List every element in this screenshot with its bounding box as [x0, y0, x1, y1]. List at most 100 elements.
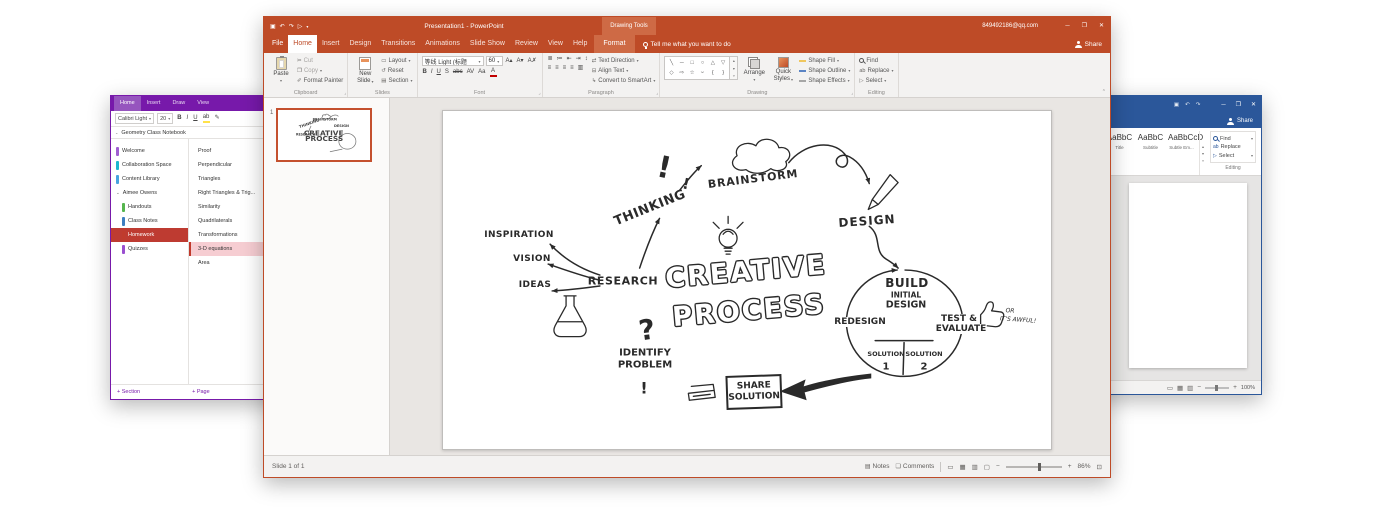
align-left-icon[interactable]: ≡: [547, 65, 553, 72]
comments-button[interactable]: ❏Comments: [895, 463, 934, 470]
shape-outline-button[interactable]: Shape Outline▾: [799, 66, 850, 75]
minimize-button[interactable]: ─: [1216, 96, 1230, 114]
dialog-launcher-icon[interactable]: ⌟: [538, 90, 540, 96]
section-item-homework[interactable]: Homework: [111, 228, 188, 242]
arrange-button[interactable]: Arrange ▾: [741, 56, 767, 86]
tab-format[interactable]: Format: [598, 35, 630, 53]
shape-arrow-icon[interactable]: ⇨: [680, 70, 685, 76]
redo-icon[interactable]: ↷: [289, 23, 294, 30]
decrease-indent-icon[interactable]: ⇤: [566, 56, 573, 63]
columns-icon[interactable]: ▥: [577, 65, 585, 72]
fit-slide-to-window-button[interactable]: ⊡: [1097, 463, 1102, 471]
tab-home[interactable]: Home: [288, 35, 317, 53]
increase-font-size-button[interactable]: A▴: [505, 58, 514, 65]
increase-indent-icon[interactable]: ⇥: [575, 56, 582, 63]
line-spacing-icon[interactable]: ↕: [584, 56, 589, 63]
section-button[interactable]: ▤Section▾: [381, 76, 412, 85]
customize-qat-icon[interactable]: ▾: [306, 24, 308, 29]
gallery-more-icon[interactable]: ▿: [733, 73, 735, 78]
undo-icon[interactable]: ↶: [280, 23, 285, 30]
share-button[interactable]: Share: [1227, 118, 1261, 125]
find-button[interactable]: Find: [859, 56, 893, 65]
start-slideshow-icon[interactable]: ▷: [298, 23, 303, 30]
style-subtle-emphasis[interactable]: AaBbCcD Subtle Em...: [1168, 131, 1195, 175]
tab-help[interactable]: Help: [568, 35, 592, 53]
shape-brace-left-icon[interactable]: {: [712, 70, 714, 76]
zoom-slider-thumb[interactable]: [1038, 463, 1041, 471]
text-direction-button[interactable]: ⇄Text Direction▾: [592, 56, 656, 65]
style-subtitle[interactable]: AaBbC Subtitle: [1137, 131, 1164, 175]
close-button[interactable]: ✕: [1093, 17, 1110, 35]
section-item-content-library[interactable]: Content Library: [111, 172, 188, 186]
scroll-up-icon[interactable]: ▴: [1202, 144, 1204, 149]
select-button[interactable]: ▷Select▾: [859, 76, 893, 85]
section-item-handouts[interactable]: Handouts: [111, 200, 188, 214]
onenote-tab-home[interactable]: Home: [114, 96, 141, 111]
minimize-button[interactable]: ─: [1059, 17, 1075, 35]
change-case-button[interactable]: Aa: [477, 69, 486, 76]
justify-icon[interactable]: ≡: [569, 65, 575, 72]
zoom-slider[interactable]: [1006, 466, 1062, 468]
copy-button[interactable]: ❐Copy▾: [297, 66, 343, 75]
clear-formatting-button[interactable]: A✗: [527, 58, 538, 65]
shape-ellipse-icon[interactable]: ○: [701, 60, 704, 66]
decrease-font-size-button[interactable]: A▾: [516, 58, 525, 65]
shape-star-icon[interactable]: ☆: [690, 70, 695, 76]
print-layout-view-icon[interactable]: ▦: [1177, 384, 1183, 392]
align-text-button[interactable]: ⊟Align Text▾: [592, 66, 656, 75]
gallery-more-icon[interactable]: ▿: [1202, 158, 1204, 163]
zoom-slider-thumb[interactable]: [1215, 385, 1218, 391]
tab-slide-show[interactable]: Slide Show: [465, 35, 510, 53]
chevron-down-icon[interactable]: ⌄: [115, 130, 118, 135]
cut-button[interactable]: ✂Cut: [297, 56, 343, 65]
redo-icon[interactable]: ↷: [1196, 102, 1201, 108]
dialog-launcher-icon[interactable]: ⌟: [851, 90, 853, 96]
share-button[interactable]: Share: [1067, 35, 1110, 53]
select-button[interactable]: ▷Select▾: [1213, 153, 1253, 159]
tell-me-box[interactable]: Tell me what you want to do: [635, 35, 739, 53]
zoom-out-button[interactable]: −: [996, 463, 1000, 470]
tab-view[interactable]: View: [543, 35, 568, 53]
document-page[interactable]: [1129, 183, 1247, 368]
normal-view-button[interactable]: ▭: [947, 463, 953, 471]
bold-button[interactable]: B: [422, 69, 428, 76]
align-right-icon[interactable]: ≡: [562, 65, 568, 72]
pen-icon[interactable]: ✎: [214, 115, 221, 122]
add-page-button[interactable]: + Page: [192, 389, 210, 395]
character-spacing-button[interactable]: AV: [466, 69, 476, 76]
scroll-down-icon[interactable]: ▾: [733, 66, 735, 71]
shape-line2-icon[interactable]: ─: [680, 60, 684, 66]
web-layout-view-icon[interactable]: ▥: [1187, 384, 1193, 392]
collapse-ribbon-icon[interactable]: ⌃: [1102, 89, 1106, 95]
zoom-level[interactable]: 100%: [1241, 385, 1255, 391]
shape-line-icon[interactable]: ╲: [670, 60, 673, 66]
section-item-quizzes[interactable]: Quizzes: [111, 242, 188, 256]
account-email[interactable]: 849492186@qq.com: [982, 23, 1038, 29]
tab-review[interactable]: Review: [510, 35, 543, 53]
highlight-button[interactable]: ab: [202, 114, 211, 123]
quick-styles-button[interactable]: Quick Styles▾: [770, 56, 796, 86]
reset-button[interactable]: ↺Reset: [381, 66, 412, 75]
reading-view-button[interactable]: ▥: [972, 463, 978, 471]
read-mode-view-icon[interactable]: ▭: [1167, 384, 1173, 392]
paste-button[interactable]: Paste ▾: [268, 56, 294, 86]
zoom-level[interactable]: 86%: [1078, 463, 1091, 470]
shape-triangle-down-icon[interactable]: ▽: [721, 60, 725, 66]
slide-thumbnail[interactable]: CREATIVE PROCESS THINKING BRAINSTORM DES…: [276, 108, 372, 162]
zoom-in-button[interactable]: +: [1068, 463, 1072, 470]
underline-button[interactable]: U: [192, 115, 198, 122]
find-button[interactable]: Find▾: [1213, 136, 1253, 142]
notes-button[interactable]: ▤Notes: [865, 463, 890, 470]
numbering-icon[interactable]: ≔: [556, 56, 564, 63]
shape-rectangle-icon[interactable]: □: [690, 60, 693, 66]
strikethrough-button[interactable]: abc: [452, 69, 464, 76]
font-name-select[interactable]: Calibri Light ▾: [115, 113, 154, 124]
scroll-down-icon[interactable]: ▾: [1202, 151, 1204, 156]
shape-effects-button[interactable]: Shape Effects▾: [799, 76, 850, 85]
replace-button[interactable]: abReplace: [1213, 144, 1253, 150]
tab-transitions[interactable]: Transitions: [376, 35, 420, 53]
onenote-tab-draw[interactable]: Draw: [166, 96, 191, 111]
slide-sorter-view-button[interactable]: ▦: [959, 463, 965, 471]
underline-button[interactable]: U: [436, 69, 442, 76]
tab-design[interactable]: Design: [344, 35, 376, 53]
